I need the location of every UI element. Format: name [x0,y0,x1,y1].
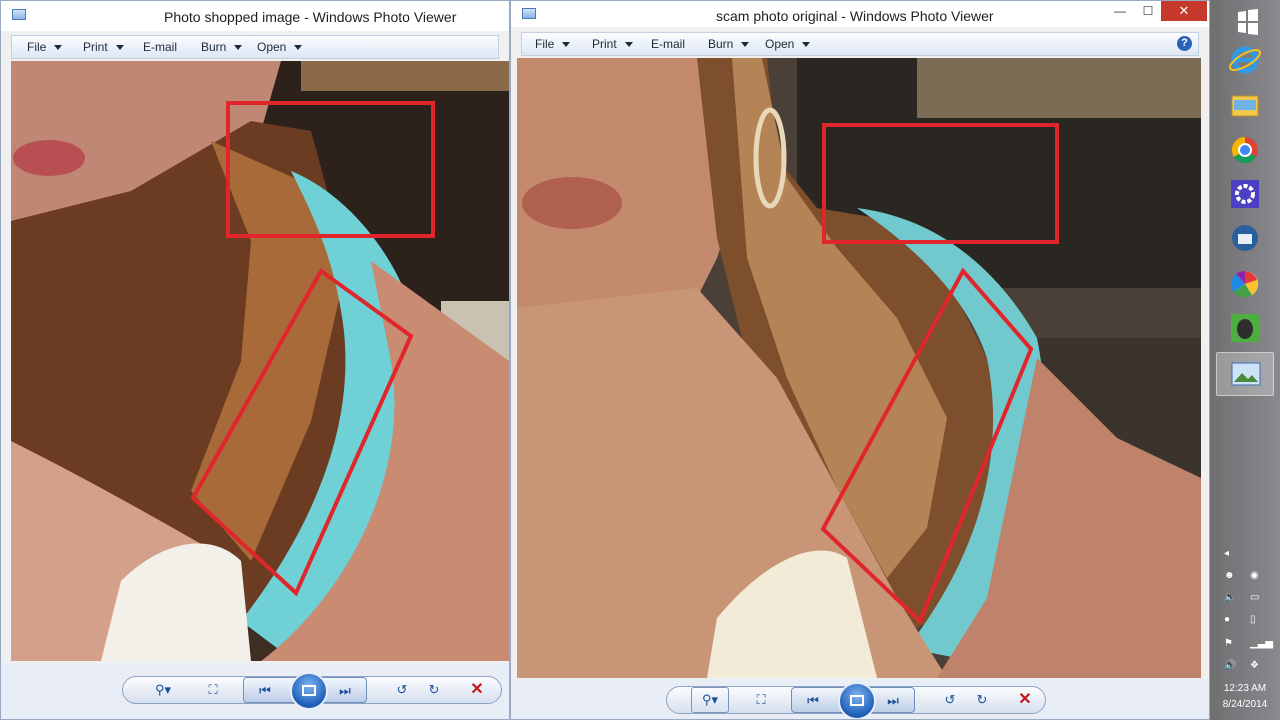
next-button[interactable]: ⏭ [876,688,910,714]
close-button[interactable]: ✕ [1161,1,1207,21]
original-photo [517,58,1201,678]
taskbar-file-explorer[interactable] [1216,84,1274,128]
title-bar[interactable]: scam photo original - Windows Photo View… [511,1,1209,27]
bottom-toolbar: ⚲▾ ⛶ ⏮ ⏭ ↺ ↻ ✕ [1,663,509,719]
rotate-counterclockwise-button[interactable]: ↺ [389,677,415,703]
battery-icon[interactable]: ▯ [1250,614,1256,625]
taskbar-settings[interactable] [1216,172,1274,216]
chrome-icon [1231,136,1258,164]
delete-button[interactable]: ✕ [1011,687,1039,713]
chevron-down-icon [234,45,243,51]
chevron-down-icon [562,42,571,48]
photo-viewer-window-left: Photo shopped image - Windows Photo View… [0,0,510,720]
taskbar-photo-viewer[interactable] [1216,352,1274,396]
rotate-clockwise-button[interactable]: ↻ [421,677,447,703]
picasa-icon [1231,270,1258,298]
chevron-down-icon [294,45,303,51]
photo-viewer-icon [1231,362,1261,386]
tray-chrome-icon[interactable]: ◉ [1250,570,1259,581]
delete-button[interactable]: ✕ [463,677,491,703]
menu-open[interactable]: Open [257,40,303,54]
title-bar[interactable]: Photo shopped image - Windows Photo View… [1,1,509,31]
photo-viewer-app-icon [12,9,26,20]
menu-file[interactable]: File [535,37,571,51]
tray-device-icon[interactable]: ▭ [1250,592,1259,603]
zoom-button[interactable]: ⚲▾ [147,677,179,703]
chevron-down-icon [802,42,811,48]
menu-email[interactable]: E-mail [651,37,685,51]
menu-print[interactable]: Print [592,37,633,51]
show-hidden-icons[interactable]: ◂ [1224,548,1229,559]
menu-print[interactable]: Print [83,40,124,54]
slideshow-button[interactable] [290,672,328,710]
fit-window-button[interactable]: ⛶ [745,687,777,713]
zoom-button[interactable]: ⚲▾ [691,687,729,713]
rotate-counterclockwise-button[interactable]: ↺ [937,687,963,713]
chevron-down-icon [54,45,63,51]
thunderbird-icon [1232,225,1258,251]
taskbar-chrome[interactable] [1216,128,1274,172]
settings-icon [1231,180,1259,208]
help-icon[interactable]: ? [1177,36,1192,51]
menu-open[interactable]: Open [765,37,811,51]
menu-bar: File Print E-mail Burn Open ? [521,32,1199,56]
network-icon[interactable]: ▁▃▅ [1250,638,1273,649]
taskbar: ◂ ☻ ◉ 🔈 ▭ ● ▯ ⚑ ▁▃▅ 🔊 ❖ 12:23 AM 8/24/20… [1210,0,1280,720]
previous-button[interactable]: ⏮ [796,688,830,714]
window-title: Photo shopped image - Windows Photo View… [164,9,457,25]
action-center-icon[interactable]: ⚑ [1224,638,1233,649]
rotate-clockwise-button[interactable]: ↻ [969,687,995,713]
minimize-button[interactable]: — [1107,4,1133,18]
speaker-icon[interactable]: 🔊 [1224,660,1236,671]
taskbar-thunderbird[interactable] [1216,216,1274,260]
clock-date[interactable]: 8/24/2014 [1210,699,1280,710]
photo-canvas[interactable] [517,58,1201,678]
control-strip: ⚲▾ ⛶ ⏮ ⏭ ↺ ↻ ✕ [122,672,502,710]
photoshopped-photo [11,61,509,661]
menu-burn[interactable]: Burn [201,40,243,54]
clock-time[interactable]: 12:23 AM [1210,683,1280,694]
bottom-toolbar: ⚲▾ ⛶ ⏮ ⏭ ↺ ↻ ✕ [511,679,1209,719]
chevron-down-icon [624,42,633,48]
previous-button[interactable]: ⏮ [248,678,282,704]
tray-emoji-icon[interactable]: ☻ [1224,570,1235,581]
taskbar-internet-explorer[interactable] [1216,38,1274,82]
next-button[interactable]: ⏭ [328,678,362,704]
chevron-down-icon [741,42,750,48]
dropbox-icon[interactable]: ❖ [1250,660,1259,671]
evernote-icon [1231,314,1259,342]
menu-file[interactable]: File [27,40,63,54]
taskbar-picasa[interactable] [1216,262,1274,306]
volume-icon[interactable]: 🔈 [1224,592,1236,603]
control-strip: ⚲▾ ⛶ ⏮ ⏭ ↺ ↻ ✕ [666,682,1046,719]
photo-viewer-app-icon [522,8,536,19]
tray-circle-icon[interactable]: ● [1224,614,1230,625]
menu-bar: File Print E-mail Burn Open [11,35,499,59]
photo-canvas[interactable] [11,61,509,661]
slideshow-icon [850,695,864,706]
internet-explorer-icon [1228,46,1262,74]
window-title: scam photo original - Windows Photo View… [716,8,994,24]
fit-window-button[interactable]: ⛶ [197,677,229,703]
menu-burn[interactable]: Burn [708,37,750,51]
chevron-down-icon [115,45,124,51]
slideshow-button[interactable] [838,682,876,719]
maximize-button[interactable]: ☐ [1135,4,1161,18]
photo-viewer-window-right: scam photo original - Windows Photo View… [510,0,1210,720]
slideshow-icon [302,685,316,696]
menu-email[interactable]: E-mail [143,40,177,54]
file-explorer-icon [1231,95,1259,117]
taskbar-evernote[interactable] [1216,306,1274,350]
